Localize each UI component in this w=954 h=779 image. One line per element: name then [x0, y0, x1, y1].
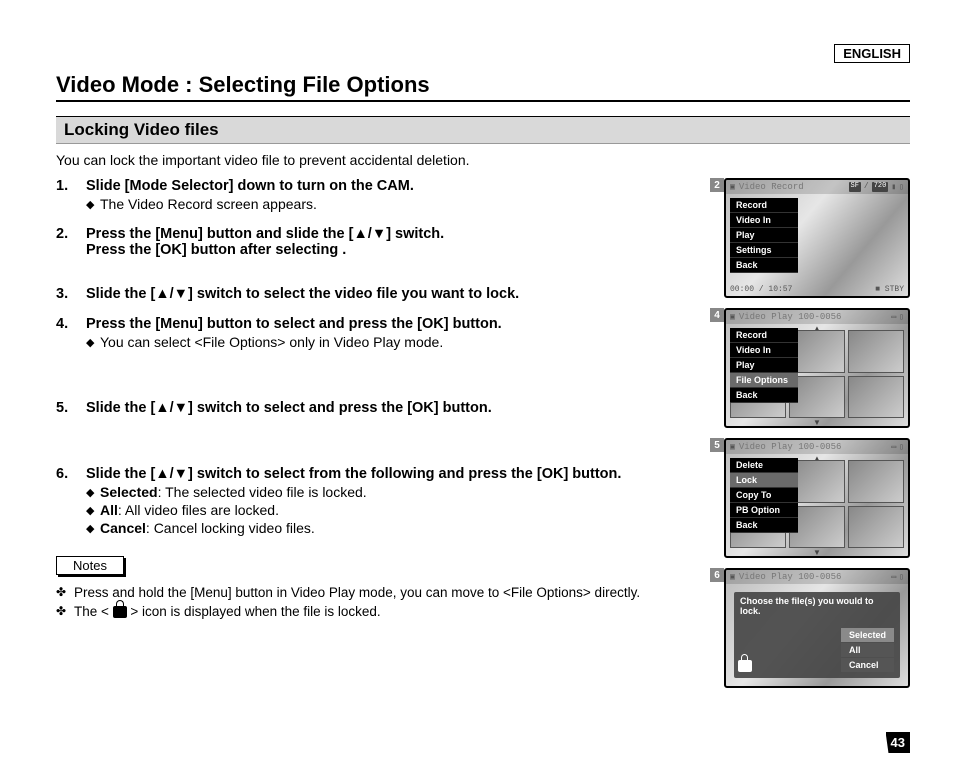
page-title: Video Mode : Selecting File Options: [56, 72, 910, 102]
screen6-topbar: ▣ Video Play 100-0056 ▭▯: [726, 570, 908, 584]
battery-icon: ▯: [899, 182, 904, 192]
screen2-status: STBY: [885, 285, 904, 294]
step-head: Press the [Menu] button and slide the [▲…: [86, 226, 696, 258]
menu-item: Back: [730, 518, 798, 533]
screen6-dialog: Choose the file(s) you would to lock. Se…: [734, 592, 900, 678]
steps-column: Slide [Mode Selector] down to turn on th…: [56, 178, 696, 698]
signal-icon: ▮: [891, 182, 896, 192]
menu-item: Record: [730, 328, 798, 343]
card-icon: ▭: [891, 442, 896, 452]
menu-item: PB Option: [730, 503, 798, 518]
camera-icon: ▣: [730, 572, 735, 582]
screen5-menu: DeleteLockCopy ToPB OptionBack: [730, 458, 798, 533]
step-head: Press the [Menu] button to select and pr…: [86, 316, 696, 332]
step-sub: Selected: The selected video file is loc…: [86, 484, 696, 500]
menu-item: Play: [730, 228, 798, 243]
figures-column: 2 ▣ Video Record SF / 720 ▮ ▯ RecordVide…: [710, 178, 910, 698]
intro-text: You can lock the important video file to…: [56, 152, 910, 168]
figure-badge-2: 2: [710, 178, 724, 192]
screen5-topbar: ▣ Video Play 100-0056 ▭▯: [726, 440, 908, 454]
notes-heading: Notes: [56, 556, 124, 575]
down-arrow-icon: ▼: [813, 418, 821, 427]
down-arrow-icon: ▼: [813, 548, 821, 557]
menu-item: Video In: [730, 343, 798, 358]
screen6-title: Video Play 100-0056: [739, 572, 842, 582]
step-sub: You can select <File Options> only in Vi…: [86, 334, 696, 350]
menu-item: Copy To: [730, 488, 798, 503]
dialog-text: Choose the file(s) you would to lock.: [740, 596, 894, 616]
figure-2: 2 ▣ Video Record SF / 720 ▮ ▯ RecordVide…: [724, 178, 910, 298]
menu-item: Video In: [730, 213, 798, 228]
screen2-time: 00:00 / 10:57: [730, 285, 792, 294]
screen5-title: Video Play 100-0056: [739, 442, 842, 452]
menu-item: Lock: [730, 473, 798, 488]
note-item: Press and hold the [Menu] button in Vide…: [56, 585, 696, 600]
card-icon: ▭: [891, 312, 896, 322]
note-item: The < > icon is displayed when the file …: [56, 604, 696, 619]
step-sub: Cancel: Cancel locking video files.: [86, 520, 696, 536]
menu-item: Play: [730, 358, 798, 373]
battery-icon: ▯: [899, 312, 904, 322]
steps-list: Slide [Mode Selector] down to turn on th…: [56, 178, 696, 536]
step-head: Slide the [▲/▼] switch to select and pre…: [86, 400, 696, 416]
figure-badge-5: 5: [710, 438, 724, 452]
lock-icon: [738, 660, 752, 672]
card-icon: ▭: [891, 572, 896, 582]
camera-icon: ▣: [730, 182, 735, 192]
screen4-title: Video Play 100-0056: [739, 312, 842, 322]
screen2-topbar: ▣ Video Record SF / 720 ▮ ▯: [726, 180, 908, 194]
section-heading: Locking Video files: [56, 116, 910, 144]
menu-item: Back: [730, 388, 798, 403]
step-5: Slide the [▲/▼] switch to select and pre…: [56, 400, 696, 416]
step-6: Slide the [▲/▼] switch to select from th…: [56, 466, 696, 536]
screen4-menu: RecordVideo InPlayFile OptionsBack: [730, 328, 798, 403]
figure-badge-4: 4: [710, 308, 724, 322]
screen2-menu: RecordVideo InPlaySettingsBack: [730, 198, 798, 273]
step-2: Press the [Menu] button and slide the [▲…: [56, 226, 696, 258]
stop-icon: ■ STBY: [875, 285, 904, 294]
camera-icon: ▣: [730, 312, 735, 322]
step-1: Slide [Mode Selector] down to turn on th…: [56, 178, 696, 212]
figure-6: 6 ▣ Video Play 100-0056 ▭▯ Choose the fi…: [724, 568, 910, 688]
step-3: Slide the [▲/▼] switch to select the vid…: [56, 286, 696, 302]
sf-badge: SF: [849, 182, 861, 192]
screen4-topbar: ▣ Video Play 100-0056 ▭▯: [726, 310, 908, 324]
dialog-option: Cancel: [841, 658, 894, 672]
camera-icon: ▣: [730, 442, 735, 452]
dialog-option: Selected: [841, 628, 894, 642]
figure-5: 5 ▣ Video Play 100-0056 ▭▯ ▲ DeleteLockC…: [724, 438, 910, 558]
step-sub: All: All video files are locked.: [86, 502, 696, 518]
step-head: Slide the [▲/▼] switch to select the vid…: [86, 286, 696, 302]
slash: /: [864, 182, 869, 192]
screen2-title: Video Record: [739, 182, 804, 192]
menu-item: Settings: [730, 243, 798, 258]
step-sub: The Video Record screen appears.: [86, 196, 696, 212]
menu-item: Back: [730, 258, 798, 273]
step-head: Slide [Mode Selector] down to turn on th…: [86, 178, 696, 194]
lock-icon: [113, 606, 127, 618]
figure-badge-6: 6: [710, 568, 724, 582]
res-badge: 720: [872, 182, 889, 192]
dialog-option: All: [841, 643, 894, 657]
language-label: ENGLISH: [834, 44, 910, 63]
battery-icon: ▯: [899, 572, 904, 582]
battery-icon: ▯: [899, 442, 904, 452]
page-number: 43: [886, 732, 910, 753]
notes-list: Press and hold the [Menu] button in Vide…: [56, 585, 696, 619]
menu-item: Record: [730, 198, 798, 213]
step-head: Slide the [▲/▼] switch to select from th…: [86, 466, 696, 482]
dialog-options: SelectedAllCancel: [841, 627, 894, 672]
step-4: Press the [Menu] button to select and pr…: [56, 316, 696, 350]
figure-4: 4 ▣ Video Play 100-0056 ▭▯ ▲ RecordVideo…: [724, 308, 910, 428]
screen2-timebar: 00:00 / 10:57 ■ STBY: [730, 285, 904, 294]
menu-item: Delete: [730, 458, 798, 473]
menu-item: File Options: [730, 373, 798, 388]
